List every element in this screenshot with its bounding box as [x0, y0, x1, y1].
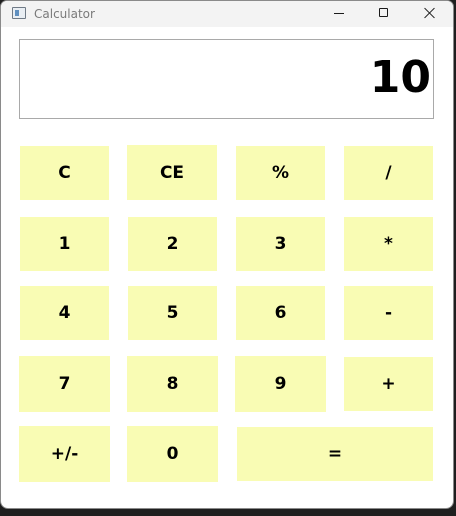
- maximize-button[interactable]: [361, 1, 407, 27]
- percent-button[interactable]: %: [236, 146, 325, 200]
- display-value: 10: [369, 52, 431, 103]
- maximize-icon: [379, 8, 388, 17]
- digit-3-button[interactable]: 3: [236, 217, 325, 271]
- divide-button[interactable]: /: [344, 146, 433, 200]
- close-button[interactable]: [407, 1, 453, 27]
- digit-1-button[interactable]: 1: [20, 217, 109, 271]
- clear-button[interactable]: C: [20, 146, 109, 200]
- close-icon: [424, 7, 436, 19]
- calculator-window: Calculator 10 C CE % / 1 2 3 * 4 5 6 - 7…: [0, 0, 454, 509]
- digit-8-button[interactable]: 8: [127, 356, 218, 412]
- digit-2-button[interactable]: 2: [128, 217, 217, 271]
- minimize-icon: [334, 13, 344, 14]
- app-window-icon: [12, 7, 26, 19]
- multiply-button[interactable]: *: [344, 217, 433, 271]
- equals-button[interactable]: =: [237, 427, 433, 481]
- add-button[interactable]: +: [344, 357, 433, 411]
- negate-button[interactable]: +/-: [19, 426, 110, 482]
- digit-7-button[interactable]: 7: [19, 356, 110, 412]
- digit-6-button[interactable]: 6: [236, 286, 325, 340]
- digit-9-button[interactable]: 9: [235, 356, 326, 412]
- clear-entry-button[interactable]: CE: [127, 145, 217, 200]
- window-title: Calculator: [34, 7, 95, 21]
- subtract-button[interactable]: -: [344, 286, 433, 340]
- display-field[interactable]: 10: [19, 39, 434, 119]
- digit-4-button[interactable]: 4: [20, 286, 109, 340]
- title-bar[interactable]: Calculator: [1, 1, 453, 27]
- minimize-button[interactable]: [316, 1, 362, 27]
- digit-0-button[interactable]: 0: [127, 426, 218, 482]
- digit-5-button[interactable]: 5: [128, 286, 217, 340]
